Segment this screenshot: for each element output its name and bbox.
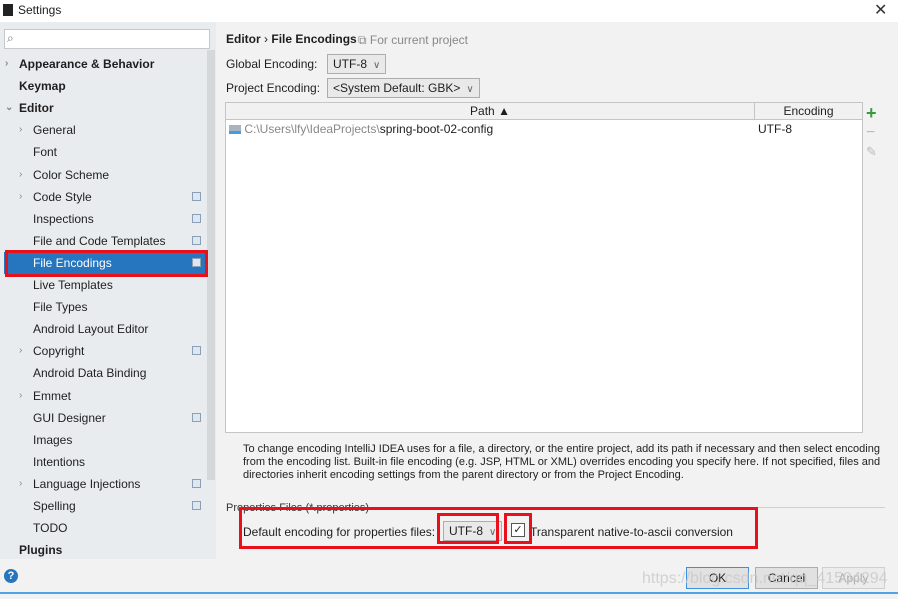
sidebar-item-label: Plugins: [19, 543, 63, 558]
sidebar-item-keymap[interactable]: Keymap: [4, 75, 206, 97]
sidebar-item-file-types[interactable]: File Types: [4, 296, 206, 318]
chevron-down-icon[interactable]: ⌄: [5, 97, 13, 119]
chevron-right-icon[interactable]: ›: [19, 385, 22, 407]
close-icon[interactable]: ✕: [874, 0, 887, 20]
sidebar-item-label: Font: [33, 145, 58, 160]
sidebar-item-intentions[interactable]: Intentions: [4, 451, 206, 473]
sidebar-item-label: Language Injections: [33, 476, 141, 491]
sidebar-item-label: Inspections: [33, 211, 94, 226]
column-header-encoding[interactable]: Encoding: [755, 103, 862, 120]
project-scope-icon: [192, 191, 201, 201]
window-title: Settings: [18, 3, 62, 17]
sidebar-item-label: Images: [33, 432, 73, 447]
sidebar-item-label: Code Style: [33, 189, 92, 204]
sidebar-item-label: File and Code Templates: [33, 233, 166, 248]
breadcrumb-separator: ›: [264, 32, 269, 46]
sidebar-item-images[interactable]: Images: [4, 429, 206, 451]
edit-icon[interactable]: ✎: [866, 144, 884, 160]
search-input[interactable]: ⌕: [4, 29, 210, 49]
sidebar-item-label: GUI Designer: [33, 410, 106, 425]
sidebar-item-emmet[interactable]: › Emmet: [4, 385, 206, 407]
sidebar-item-label: Emmet: [33, 388, 72, 403]
chevron-right-icon[interactable]: ›: [5, 53, 8, 75]
sidebar-item-file-and-code-templates[interactable]: File and Code Templates: [4, 230, 206, 252]
sidebar-item-label: TODO: [33, 521, 68, 536]
sidebar-item-gui-designer[interactable]: GUI Designer: [4, 407, 206, 429]
path-prefix: C:\Users\lfy\IdeaProjects\: [244, 122, 380, 136]
sidebar-item-language-injections[interactable]: › Language Injections: [4, 473, 206, 495]
table-toolbar: + − ✎: [866, 104, 884, 160]
chevron-down-icon: ∨: [466, 84, 474, 95]
table-row[interactable]: C:\Users\lfy\IdeaProjects\spring-boot-02…: [229, 121, 861, 138]
sidebar-item-copyright[interactable]: › Copyright: [4, 340, 206, 362]
project-scope-icon: [192, 478, 201, 488]
sidebar-item-general[interactable]: › General: [4, 119, 206, 141]
sidebar-item-label: Color Scheme: [33, 167, 110, 182]
bottom-border: [0, 592, 898, 594]
sidebar-item-editor[interactable]: ⌄ Editor: [4, 97, 206, 119]
chevron-right-icon[interactable]: ›: [19, 164, 22, 186]
path-name: spring-boot-02-config: [379, 122, 494, 136]
title-bar: [0, 0, 898, 22]
sidebar-item-label: Android Layout Editor: [33, 322, 149, 337]
sidebar-item-label: Intentions: [33, 454, 86, 469]
chevron-right-icon[interactable]: ›: [19, 186, 22, 208]
sidebar-item-label: Appearance & Behavior: [19, 57, 155, 71]
sidebar-item-label: Live Templates: [33, 278, 113, 292]
project-scope-icon: [192, 501, 201, 510]
description-text: To change encoding IntelliJ IDEA uses fo…: [243, 443, 881, 481]
app-icon: [3, 4, 13, 16]
sidebar-item-color-scheme[interactable]: › Color Scheme: [4, 164, 206, 186]
sidebar-item-label: Android Data Binding: [33, 366, 147, 381]
help-button[interactable]: ?: [4, 569, 18, 583]
project-scope-icon: [192, 412, 201, 422]
sidebar-item-inspections[interactable]: Inspections: [4, 208, 206, 230]
column-header-path[interactable]: Path ▲: [226, 103, 755, 120]
highlight-box: [437, 513, 499, 544]
breadcrumb-parent[interactable]: Editor: [226, 32, 261, 46]
highlight-box: [5, 250, 208, 277]
project-encoding-select[interactable]: <System Default: GBK> ∨: [327, 78, 480, 98]
sidebar-scrollbar[interactable]: [207, 50, 215, 480]
sidebar-item-label: Keymap: [19, 79, 66, 94]
sidebar-item-label: General: [33, 123, 76, 138]
sidebar-item-font[interactable]: Font: [4, 141, 206, 163]
chevron-right-icon[interactable]: ›: [19, 119, 22, 141]
breadcrumb: Editor › File Encodings: [226, 32, 357, 46]
chevron-down-icon: ∨: [373, 60, 381, 71]
sidebar-item-label: File Types: [33, 300, 88, 315]
watermark: https://blog.csdn.net/qq_41504294: [642, 570, 888, 587]
sidebar-item-android-layout-editor[interactable]: Android Layout Editor: [4, 318, 206, 340]
project-scope-icon: [192, 346, 201, 356]
sidebar-item-label: Copyright: [33, 344, 85, 359]
folder-icon: [229, 125, 241, 135]
row-encoding[interactable]: UTF-8: [758, 121, 792, 138]
global-encoding-label: Global Encoding:: [226, 57, 318, 71]
project-scope-icon: [192, 213, 201, 223]
sidebar-item-plugins[interactable]: Plugins: [4, 539, 206, 561]
sidebar-item-spelling[interactable]: Spelling: [4, 495, 206, 517]
sidebar-item-label: Editor: [19, 101, 54, 116]
scope-note: ⧉ For current project: [358, 33, 468, 47]
chevron-right-icon[interactable]: ›: [19, 473, 22, 495]
search-icon: ⌕: [7, 31, 14, 45]
sidebar-item-code-style[interactable]: › Code Style: [4, 186, 206, 208]
sidebar-item-appearance-behavior[interactable]: › Appearance & Behavior: [4, 53, 206, 75]
encoding-table: Path ▲ Encoding C:\Users\lfy\IdeaProject…: [225, 102, 863, 433]
sidebar-item-android-data-binding[interactable]: Android Data Binding: [4, 362, 206, 384]
sidebar-item-live-templates[interactable]: Live Templates: [4, 274, 206, 296]
add-icon[interactable]: +: [866, 104, 884, 122]
breadcrumb-current: File Encodings: [271, 32, 357, 46]
sidebar-item-todo[interactable]: TODO: [4, 517, 206, 539]
remove-icon[interactable]: −: [866, 124, 884, 142]
highlight-box: [504, 513, 532, 544]
sidebar-item-label: Spelling: [33, 499, 76, 513]
project-scope-icon: [192, 235, 201, 245]
chevron-right-icon[interactable]: ›: [19, 340, 22, 362]
global-encoding-select[interactable]: UTF-8 ∨: [327, 54, 387, 74]
project-encoding-label: Project Encoding:: [226, 81, 321, 95]
copy-icon: ⧉: [358, 33, 367, 47]
